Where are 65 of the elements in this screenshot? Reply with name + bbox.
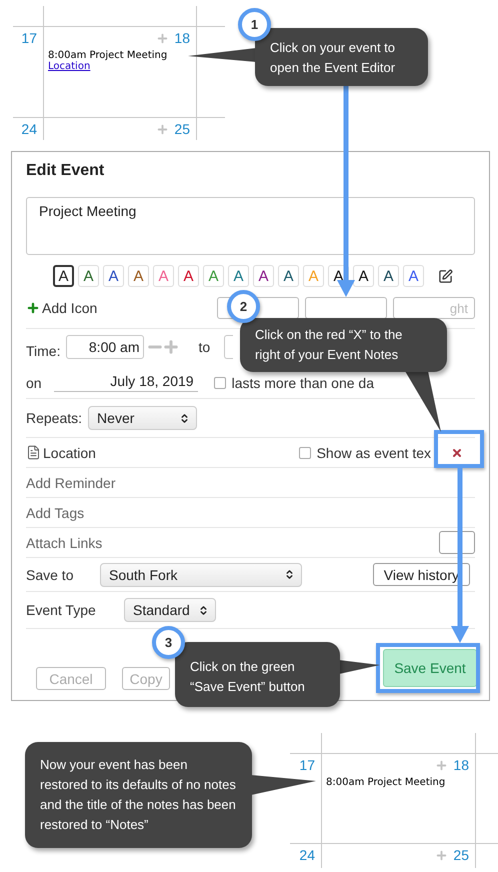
sort-arrows-icon <box>179 412 190 424</box>
event-name-field[interactable]: Project Meeting <box>26 197 475 255</box>
day-number: 24 <box>299 847 315 863</box>
color-swatch[interactable]: A <box>278 265 299 287</box>
day-number: 25 <box>453 847 469 863</box>
end-time-field[interactable] <box>224 335 234 359</box>
repeats-dropdown[interactable]: Never <box>88 406 198 430</box>
day-number: 18 <box>453 757 469 773</box>
time-label: Time: <box>26 343 60 359</box>
day-number: 18 <box>174 30 190 46</box>
day-number: 25 <box>174 121 190 137</box>
add-icon[interactable] <box>156 122 170 136</box>
callout-text: Now your event has been restored to its defaults of no notes and the title of the notes has been restored to “Notes” <box>40 756 237 834</box>
repeats-label: Repeats: <box>26 410 82 426</box>
plus-icon[interactable] <box>162 338 180 356</box>
event-type-dropdown[interactable]: Standard <box>124 598 216 622</box>
align-button[interactable] <box>305 297 387 319</box>
add-icon[interactable] <box>435 848 448 862</box>
section-link[interactable]: Add Reminder <box>26 474 116 490</box>
save-to-label: Save to <box>26 566 74 582</box>
color-swatch[interactable]: A <box>178 265 199 287</box>
on-label: on <box>26 374 42 390</box>
multi-day-label: lasts more than one da <box>232 374 374 390</box>
add-icon[interactable] <box>156 32 170 44</box>
add-icon[interactable] <box>435 758 448 772</box>
checkbox[interactable] <box>298 446 311 458</box>
step-marker: 1 <box>238 8 271 41</box>
to-label: to <box>198 339 210 355</box>
event-title[interactable]: 8:00am Project Meeting <box>48 50 190 61</box>
dialog-title: Edit Event <box>26 161 106 181</box>
color-swatch[interactable]: A <box>103 265 124 287</box>
add-icon-link[interactable]: Add Icon <box>42 300 98 316</box>
color-swatch[interactable]: A <box>128 265 149 287</box>
color-swatch[interactable]: A <box>228 265 249 287</box>
callout-text: Click on the green “Save Event” button <box>190 658 306 696</box>
close-icon[interactable] <box>451 446 463 458</box>
highlight-frame <box>434 430 484 468</box>
notes-title[interactable]: Location <box>43 444 96 460</box>
color-swatch[interactable]: A <box>53 265 74 287</box>
start-time-field[interactable]: 8:00 am <box>66 335 144 359</box>
color-swatch[interactable]: A <box>378 265 399 287</box>
day-number: 24 <box>21 121 37 137</box>
calendar-dropdown[interactable]: South Fork <box>100 562 302 586</box>
event-type-label: Event Type <box>26 602 97 618</box>
color-swatch[interactable]: A <box>203 265 224 287</box>
sort-arrows-icon <box>284 569 295 580</box>
add-icon <box>26 301 40 315</box>
location-link[interactable]: Location <box>48 61 90 72</box>
event-title[interactable]: 8:00am Project Meeting <box>326 777 469 788</box>
sort-arrows-icon <box>198 604 209 616</box>
color-swatch[interactable]: A <box>78 265 99 287</box>
edit-icon[interactable] <box>438 268 453 284</box>
callout-text: Click on the red “X” to the right of your Event Notes <box>255 326 404 364</box>
show-as-text-label: Show as event tex <box>316 444 431 460</box>
color-swatch[interactable]: A <box>253 265 274 287</box>
view-history-button[interactable]: View history <box>372 563 470 586</box>
checkbox[interactable] <box>214 376 226 388</box>
callout-text: Click on your event to open the Event Editor <box>270 39 396 77</box>
document-icon <box>26 445 41 460</box>
date-field[interactable]: July 18, 2019 <box>54 373 198 392</box>
day-number: 17 <box>21 30 37 46</box>
color-swatch[interactable]: A <box>403 265 424 287</box>
section-link[interactable]: Attach Links <box>26 534 102 550</box>
section-link[interactable]: Add Tags <box>26 504 84 520</box>
day-number: 17 <box>299 757 315 773</box>
